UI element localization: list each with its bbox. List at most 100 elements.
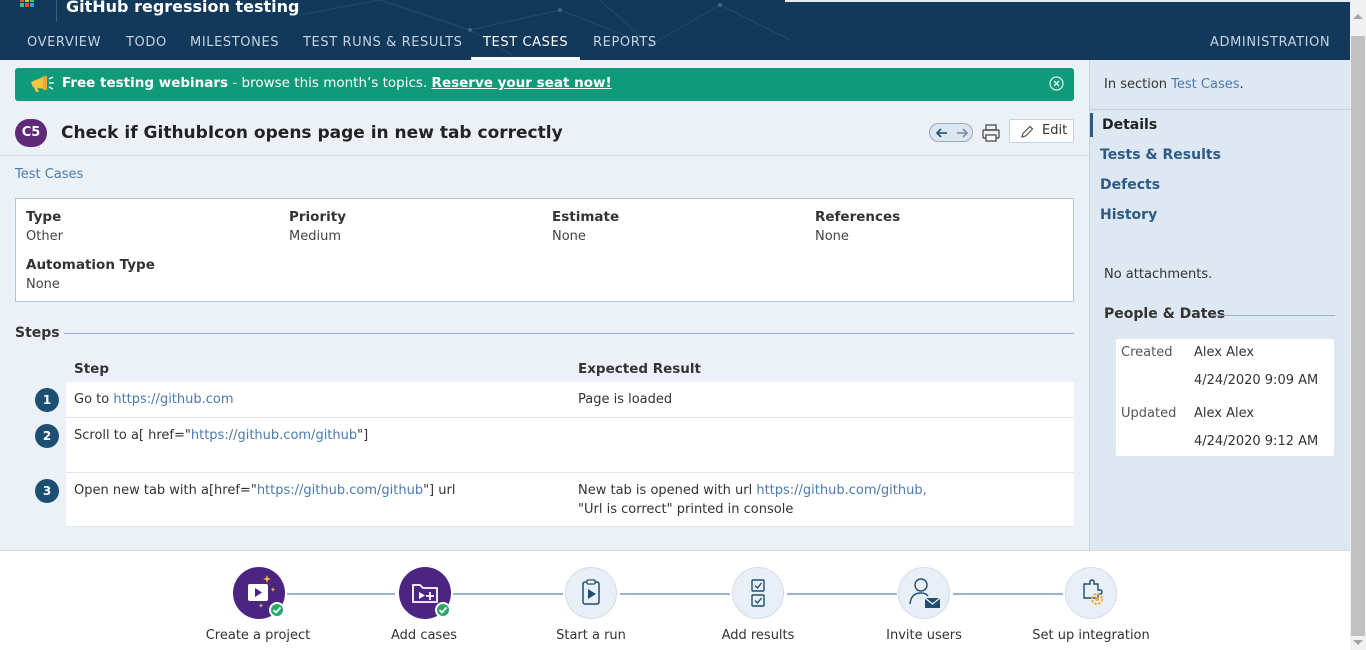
scroll-down-arrow-icon[interactable] bbox=[1353, 640, 1363, 645]
step-link[interactable]: https://github.com/github bbox=[191, 428, 357, 443]
steps-heading: Steps bbox=[15, 325, 60, 341]
sidebar-link-details[interactable]: Details bbox=[1102, 117, 1157, 133]
banner-close-icon[interactable] bbox=[1049, 76, 1064, 91]
breadcrumb-test-cases[interactable]: Test Cases bbox=[15, 167, 83, 182]
edit-button[interactable]: Edit bbox=[1009, 119, 1074, 143]
section-prefix: In section bbox=[1104, 77, 1172, 92]
field-estimate-value: None bbox=[552, 229, 586, 244]
start-run-icon bbox=[582, 579, 600, 605]
scroll-up-arrow-icon[interactable] bbox=[1353, 14, 1363, 19]
banner-text: - browse this month’s topics. bbox=[228, 75, 432, 91]
field-type-label: Type bbox=[26, 209, 62, 225]
tab-test-runs-results[interactable]: TEST RUNS & RESULTS bbox=[303, 26, 462, 60]
tab-reports[interactable]: REPORTS bbox=[593, 26, 657, 60]
step-row: Open new tab with a[href="https://github… bbox=[66, 473, 1074, 527]
sidebar-section-info: In section Test Cases. bbox=[1104, 77, 1244, 92]
sidebar-link-history[interactable]: History bbox=[1100, 207, 1157, 223]
updated-by: Alex Alex bbox=[1194, 406, 1255, 421]
step-expected-text: New tab is opened with url bbox=[578, 483, 757, 498]
step-link[interactable]: https://github.com bbox=[113, 392, 233, 407]
field-automation-value: None bbox=[26, 277, 60, 292]
field-automation-label: Automation Type bbox=[26, 257, 155, 273]
step-text-post: "] url bbox=[423, 483, 456, 498]
case-id-badge: C5 bbox=[15, 119, 47, 147]
onboarding-bar: Create a project Add cases Start a run A… bbox=[0, 550, 1350, 650]
webinar-banner: Free testing webinars - browse this mont… bbox=[15, 68, 1074, 101]
onboarding-setup-integration[interactable] bbox=[1065, 567, 1117, 619]
people-dates-heading: People & Dates bbox=[1104, 306, 1226, 322]
step-expected: New tab is opened with url https://githu… bbox=[578, 481, 927, 519]
tab-administration[interactable]: ADMINISTRATION bbox=[1210, 26, 1330, 60]
onboarding-invite-users[interactable] bbox=[898, 567, 950, 619]
add-results-icon bbox=[751, 579, 765, 607]
steps-column-expected: Expected Result bbox=[578, 361, 702, 377]
updated-label: Updated bbox=[1121, 406, 1177, 421]
onboarding-label[interactable]: Add cases bbox=[349, 628, 499, 643]
step-expected-line2: "Url is correct" printed in console bbox=[578, 502, 794, 517]
case-sidebar: In section Test Cases. Details Tests & R… bbox=[1089, 60, 1351, 550]
sidebar-link-defects[interactable]: Defects bbox=[1100, 177, 1160, 193]
edit-button-label: Edit bbox=[1042, 123, 1068, 138]
invite-users-icon bbox=[909, 578, 941, 608]
updated-at: 4/24/2020 9:12 AM bbox=[1194, 434, 1319, 449]
onboarding-label[interactable]: Invite users bbox=[849, 628, 999, 643]
field-estimate: Estimate None bbox=[552, 209, 619, 244]
main-nav: OVERVIEW TODO MILESTONES TEST RUNS & RES… bbox=[0, 26, 1350, 60]
onboarding-connector bbox=[287, 593, 395, 595]
step-text-pre: Scroll to a[ href=" bbox=[74, 428, 191, 443]
case-prev-next-buttons[interactable] bbox=[929, 123, 973, 142]
onboarding-connector bbox=[953, 593, 1063, 595]
header-top-line bbox=[785, 0, 1350, 2]
onboarding-label[interactable]: Start a run bbox=[516, 628, 666, 643]
onboarding-start-run[interactable] bbox=[565, 567, 617, 619]
tab-test-cases[interactable]: TEST CASES bbox=[470, 26, 581, 60]
onboarding-connector bbox=[787, 593, 897, 595]
step-expected-link[interactable]: https://github.com/github, bbox=[756, 483, 926, 498]
no-attachments-text: No attachments. bbox=[1104, 267, 1213, 282]
section-suffix: . bbox=[1239, 77, 1244, 92]
field-estimate-label: Estimate bbox=[552, 209, 620, 225]
step-row: Scroll to a[ href="https://github.com/gi… bbox=[66, 418, 1074, 473]
sidebar-link-tests-results[interactable]: Tests & Results bbox=[1100, 147, 1221, 163]
onboarding-label[interactable]: Add results bbox=[683, 628, 833, 643]
field-automation-type: Automation Type None bbox=[26, 257, 155, 292]
print-icon[interactable] bbox=[981, 123, 1001, 143]
header-divider bbox=[56, 0, 57, 22]
steps-divider bbox=[64, 333, 1074, 334]
onboarding-add-results[interactable] bbox=[732, 567, 784, 619]
step-number-badge: 2 bbox=[35, 424, 59, 448]
step-text-post: "] bbox=[357, 428, 369, 443]
step-text: Open new tab with a[href="https://github… bbox=[74, 483, 455, 498]
pencil-icon bbox=[1021, 125, 1034, 138]
tab-milestones[interactable]: MILESTONES bbox=[190, 26, 279, 60]
top-header: GitHub regression testing OVERVIEW TODO … bbox=[0, 0, 1350, 60]
step-text: Go to https://github.com bbox=[74, 392, 234, 407]
step-link[interactable]: https://github.com/github bbox=[257, 483, 423, 498]
onboarding-label[interactable]: Create a project bbox=[183, 628, 333, 643]
testrail-logo-icon[interactable] bbox=[20, 0, 40, 10]
section-link-test-cases[interactable]: Test Cases bbox=[1171, 77, 1239, 92]
case-title: Check if GithubIcon opens page in new ta… bbox=[61, 123, 563, 143]
created-at: 4/24/2020 9:09 AM bbox=[1194, 373, 1319, 388]
case-header: C5 Check if GithubIcon opens page in new… bbox=[0, 110, 1089, 156]
banner-reserve-link[interactable]: Reserve your seat now! bbox=[432, 75, 612, 91]
field-type: Type Other bbox=[26, 209, 63, 244]
next-arrow-icon[interactable] bbox=[957, 128, 969, 138]
prev-arrow-icon[interactable] bbox=[935, 128, 947, 138]
created-label: Created bbox=[1121, 345, 1173, 360]
step-text-pre: Open new tab with a[href=" bbox=[74, 483, 257, 498]
field-type-value: Other bbox=[26, 229, 63, 244]
scrollbar-thumb[interactable] bbox=[1351, 36, 1365, 636]
onboarding-connector bbox=[620, 593, 730, 595]
step-text: Scroll to a[ href="https://github.com/gi… bbox=[74, 428, 368, 443]
onboarding-check-icon bbox=[435, 602, 451, 618]
tab-overview[interactable]: OVERVIEW bbox=[27, 26, 101, 60]
tab-todo[interactable]: TODO bbox=[126, 26, 167, 60]
field-priority-label: Priority bbox=[289, 209, 346, 225]
project-title[interactable]: GitHub regression testing bbox=[66, 0, 300, 16]
onboarding-label[interactable]: Set up integration bbox=[1016, 628, 1166, 643]
integration-icon bbox=[1083, 579, 1103, 605]
step-number-badge: 3 bbox=[35, 479, 59, 503]
banner-bold-text: Free testing webinars bbox=[62, 75, 229, 91]
steps-column-step: Step bbox=[74, 361, 109, 377]
